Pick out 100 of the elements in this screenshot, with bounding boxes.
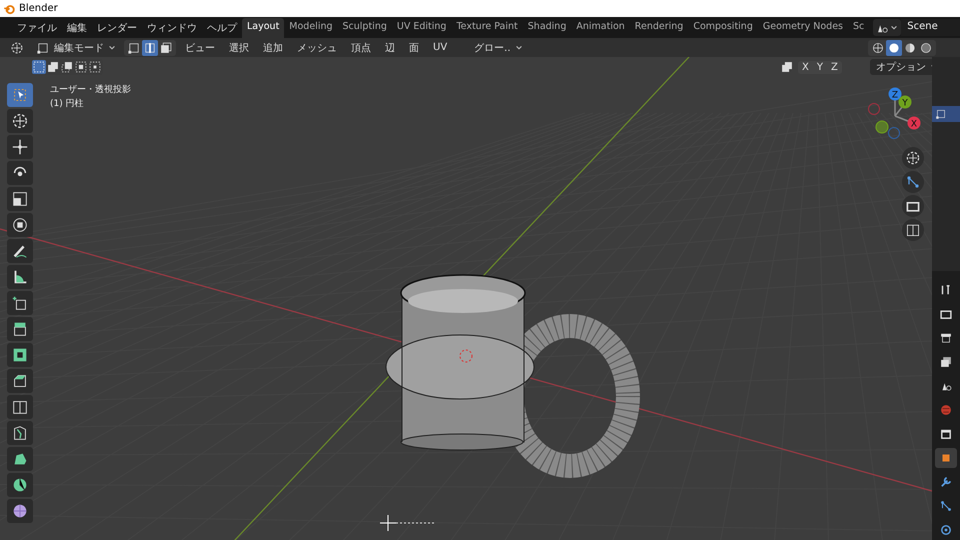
chevron-icon (108, 44, 116, 52)
tool-button[interactable] (7, 265, 33, 289)
select-mode-icon (127, 40, 141, 54)
workspace-tab[interactable]: Geometry Nodes (758, 18, 848, 38)
menu-item[interactable]: 追加 (258, 40, 288, 54)
select-mode-icon (159, 40, 173, 54)
tool-button[interactable] (7, 239, 33, 263)
workspace-tab[interactable]: Sculpting (338, 18, 392, 38)
tool-button[interactable] (7, 109, 33, 133)
tool-icon (11, 398, 29, 416)
menu-item[interactable]: ビュー (180, 40, 220, 54)
workspace-tab[interactable]: Texture Paint (451, 18, 523, 38)
tool-button[interactable] (7, 395, 33, 419)
window-title: Blender (19, 3, 58, 14)
mesh-icon (935, 108, 947, 120)
tool-icon (11, 502, 29, 520)
orientation-dropdown[interactable]: グロー.. (470, 40, 527, 56)
properties-icon (939, 499, 953, 513)
chevron-icon (514, 44, 523, 52)
ortho-button[interactable] (902, 219, 924, 241)
tool-icon (11, 138, 29, 156)
box-mode-button[interactable] (46, 60, 60, 74)
workspace-tab[interactable]: Shading (522, 18, 572, 38)
select-box-icon (32, 60, 46, 74)
shading-button[interactable] (886, 40, 902, 56)
properties-icon (939, 331, 953, 345)
select-box-icon (60, 60, 74, 74)
scene-selector[interactable] (873, 19, 902, 36)
mirror-axis-toggle[interactable]: Y (812, 60, 827, 74)
box-mode-button[interactable] (88, 60, 102, 74)
menu-item[interactable]: 頂点 (346, 40, 376, 54)
menu-item[interactable]: 面 (404, 40, 424, 54)
mode-dropdown[interactable]: 編集モード (32, 40, 120, 56)
tool-icon (11, 216, 29, 234)
blender-logo-icon (3, 2, 15, 14)
menu-item[interactable]: ウィンドウ (142, 20, 202, 34)
scene-name-field[interactable]: Scene (901, 19, 960, 36)
sphere-icon (919, 40, 933, 54)
zoom-button[interactable] (902, 147, 924, 169)
tool-icon (11, 476, 29, 494)
axis-gizmo[interactable]: Z Y X (868, 88, 920, 139)
view-name: ユーザー・透視投影 (50, 84, 131, 97)
menu-item[interactable]: ファイル (12, 20, 62, 34)
select-box-icon (88, 60, 102, 74)
menu-item[interactable]: 編集 (62, 20, 92, 34)
tool-button[interactable] (7, 447, 33, 471)
menu-item[interactable]: メッシュ (292, 40, 342, 54)
chevron-icon (890, 24, 898, 32)
workspace-tab[interactable]: Layout (242, 18, 284, 38)
mesh-icon (36, 40, 50, 54)
tool-button[interactable] (7, 317, 33, 341)
tool-icon (11, 372, 29, 390)
properties-icon (939, 355, 953, 369)
3d-cursor-icon (380, 514, 436, 532)
menu-item[interactable]: ヘルプ (202, 20, 242, 34)
menu-item[interactable]: レンダー (92, 20, 142, 34)
options-dropdown[interactable]: オプション (870, 59, 932, 75)
box-mode-button[interactable] (74, 60, 88, 74)
camera-button[interactable] (902, 195, 924, 217)
sphere-icon (871, 40, 885, 54)
menu-item[interactable]: UV (428, 42, 452, 53)
object-name: (1) 円柱 (50, 98, 85, 111)
menu-item[interactable]: 辺 (380, 40, 400, 54)
tool-button[interactable] (7, 213, 33, 237)
tool-button[interactable] (7, 291, 33, 315)
properties-icon (939, 523, 953, 537)
tool-button[interactable] (7, 187, 33, 211)
snap-icon (780, 60, 794, 74)
workspace-tab[interactable]: Compositing (688, 18, 758, 38)
sphere-icon (903, 40, 917, 54)
tool-button[interactable] (7, 135, 33, 159)
sphere-icon (887, 40, 901, 54)
select-mode-button[interactable] (142, 40, 158, 56)
tool-button[interactable] (7, 369, 33, 393)
workspace-tab[interactable]: Sc (848, 18, 870, 38)
tool-button[interactable] (7, 473, 33, 497)
tool-icon (11, 320, 29, 338)
mirror-axis-toggle[interactable]: Z (826, 60, 842, 74)
mirror-axis-toggle[interactable]: X (798, 60, 813, 74)
pan-button[interactable] (902, 171, 924, 193)
menu-item[interactable]: 選択 (224, 40, 254, 54)
tool-button[interactable] (7, 499, 33, 523)
workspace-tab[interactable]: UV Editing (392, 18, 452, 38)
workspace-tab[interactable]: Animation (571, 18, 630, 38)
tool-icon (11, 190, 29, 208)
tool-icon (11, 86, 29, 104)
outliner-item[interactable] (932, 106, 960, 122)
tool-button[interactable] (7, 161, 33, 185)
tool-icon (11, 424, 29, 442)
tool-button[interactable] (7, 343, 33, 367)
properties-icon (939, 427, 953, 441)
tool-button[interactable] (7, 421, 33, 445)
workspace-tab[interactable]: Modeling (284, 18, 338, 38)
select-box-icon (46, 60, 60, 74)
box-mode-button[interactable] (60, 60, 74, 74)
tool-icon (11, 346, 29, 364)
properties-icon (939, 403, 953, 417)
workspace-tab[interactable]: Rendering (630, 18, 688, 38)
properties-icon (939, 475, 953, 489)
tool-icon (11, 112, 29, 130)
